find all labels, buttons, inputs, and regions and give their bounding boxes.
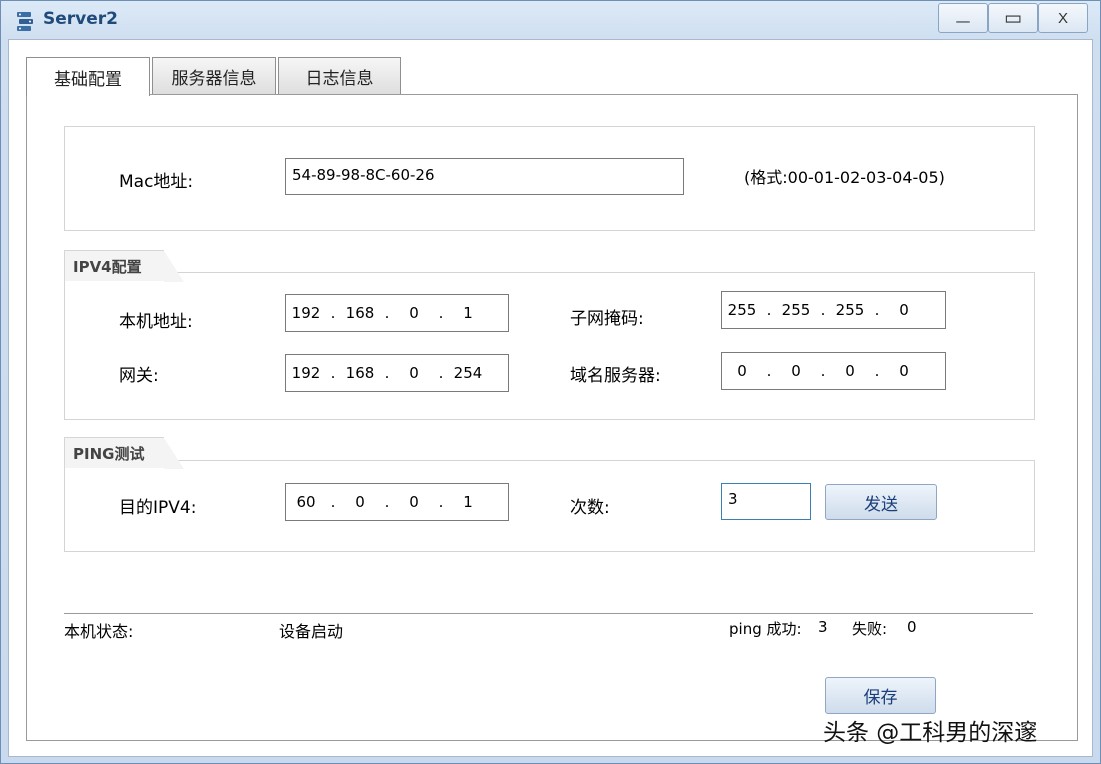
mac-format-hint: (格式:00-01-02-03-04-05) <box>744 168 945 187</box>
ip-octet: 0 <box>355 493 365 511</box>
mac-address-value: 54-89-98-8C-60-26 <box>292 166 435 184</box>
title-bar[interactable]: Server2 — ▭ X <box>1 1 1100 39</box>
maximize-icon: ▭ <box>1004 7 1022 29</box>
ip-octet: 0 <box>845 362 855 380</box>
minimize-icon: — <box>955 12 971 30</box>
ping-legend-text: PING测试 <box>73 444 145 463</box>
ip-octet: 1 <box>463 304 473 322</box>
ip-octet: 0 <box>409 304 419 322</box>
local-status-label: 本机状态: <box>64 622 134 641</box>
ping-count-input[interactable]: 3 <box>721 483 811 520</box>
ip-octet: 60 <box>296 493 316 511</box>
mac-label: Mac地址: <box>119 172 194 192</box>
legend-corner <box>164 438 184 469</box>
ping-group: 目的IPV4: 60. 0. 0. 1 次数: 3 发送 <box>64 460 1035 552</box>
local-address-label: 本机地址: <box>119 312 193 332</box>
window-title: Server2 <box>43 9 118 29</box>
ipv4-group: 本机地址: 192. 168. 0. 1 子网掩码: 255. 255. 255… <box>64 272 1035 420</box>
subnet-mask-label: 子网掩码: <box>570 309 644 329</box>
ip-octet: 255 <box>781 301 811 319</box>
ip-octet: 0 <box>409 493 419 511</box>
gateway-input[interactable]: 192. 168. 0. 254 <box>285 354 509 392</box>
tab-basic-config[interactable]: 基础配置 <box>26 57 150 96</box>
ip-octet: 192 <box>291 304 321 322</box>
maximize-button[interactable]: ▭ <box>988 3 1038 33</box>
close-icon: X <box>1057 9 1068 27</box>
watermark-text: 头条 @工科男的深邃 <box>823 720 1038 746</box>
ipv4-legend-text: IPV4配置 <box>73 257 142 276</box>
ping-target-label: 目的IPV4: <box>119 498 197 518</box>
ping-count-value: 3 <box>728 490 738 508</box>
tab-log-info[interactable]: 日志信息 <box>278 57 401 94</box>
ping-success-count: 3 <box>818 618 828 636</box>
ping-legend: PING测试 <box>64 437 184 469</box>
ip-octet: 254 <box>453 364 483 382</box>
ping-count-label: 次数: <box>570 498 610 518</box>
ipv4-legend: IPV4配置 <box>64 250 184 282</box>
tab-server-info[interactable]: 服务器信息 <box>152 57 276 94</box>
subnet-mask-input[interactable]: 255. 255. 255. 0 <box>721 291 946 329</box>
ping-success-label: ping 成功: <box>729 620 802 638</box>
dns-input[interactable]: 0. 0. 0. 0 <box>721 352 946 390</box>
legend-corner <box>164 251 184 282</box>
ip-octet: 168 <box>345 364 375 382</box>
save-button[interactable]: 保存 <box>825 677 936 714</box>
ip-octet: 0 <box>409 364 419 382</box>
mac-address-input[interactable]: 54-89-98-8C-60-26 <box>285 158 684 195</box>
ip-octet: 255 <box>727 301 757 319</box>
ip-octet: 0 <box>899 301 909 319</box>
server2-window: Server2 — ▭ X 基础配置 服务器信息 日志信息 Mac地址: 54-… <box>0 0 1101 764</box>
close-button[interactable]: X <box>1038 3 1088 33</box>
local-address-input[interactable]: 192. 168. 0. 1 <box>285 294 509 332</box>
ip-octet: 168 <box>345 304 375 322</box>
server-app-icon <box>17 12 33 31</box>
ip-octet: 255 <box>835 301 865 319</box>
minimize-button[interactable]: — <box>938 3 988 33</box>
mac-group: Mac地址: 54-89-98-8C-60-26 (格式:00-01-02-03… <box>64 126 1035 231</box>
ping-target-input[interactable]: 60. 0. 0. 1 <box>285 483 509 521</box>
ip-octet: 1 <box>463 493 473 511</box>
ip-octet: 192 <box>291 364 321 382</box>
send-button[interactable]: 发送 <box>825 484 937 520</box>
gateway-label: 网关: <box>119 366 159 386</box>
local-status-value: 设备启动 <box>279 622 344 641</box>
ip-octet: 0 <box>737 362 747 380</box>
dns-label: 域名服务器: <box>570 366 661 386</box>
ip-octet: 0 <box>791 362 801 380</box>
ip-octet: 0 <box>899 362 909 380</box>
ping-fail-count: 0 <box>907 618 917 636</box>
status-divider <box>64 613 1033 614</box>
ping-fail-label: 失败: <box>852 620 888 638</box>
